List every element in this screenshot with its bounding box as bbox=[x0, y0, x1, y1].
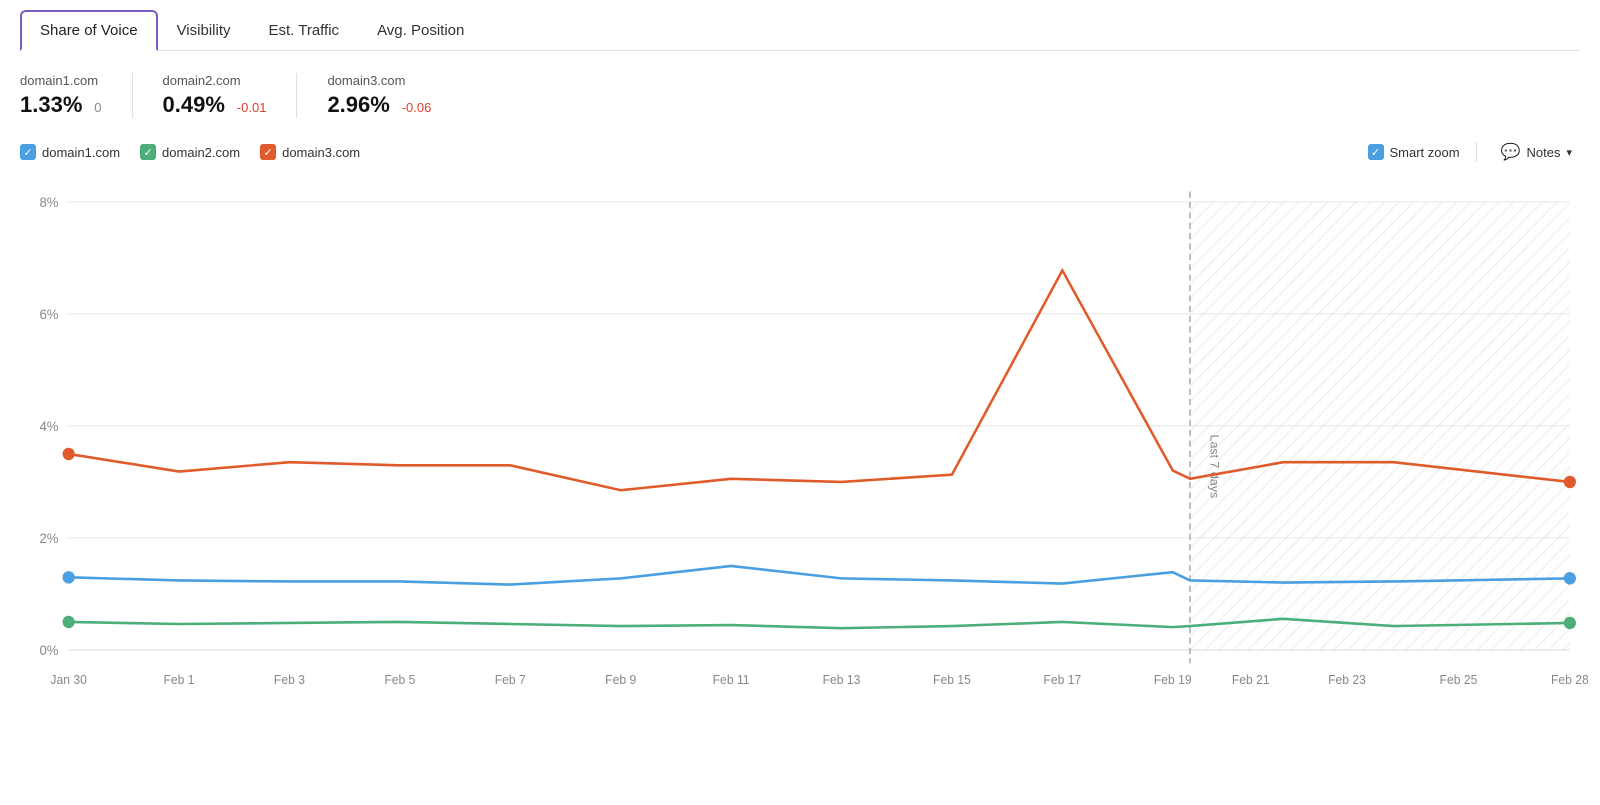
legend-domain2[interactable]: ✓ domain2.com bbox=[140, 144, 240, 160]
stat-domain1: domain1.com 1.33% 0 bbox=[20, 73, 133, 118]
legend-checkbox-domain3: ✓ bbox=[260, 144, 276, 160]
x-label-feb25: Feb 25 bbox=[1440, 673, 1478, 687]
x-label-feb23: Feb 23 bbox=[1328, 673, 1366, 687]
domain1-start-dot bbox=[63, 571, 75, 583]
domain3-end-dot bbox=[1564, 476, 1576, 488]
x-label-feb15: Feb 15 bbox=[933, 673, 971, 687]
x-label-feb19: Feb 19 bbox=[1154, 673, 1192, 687]
legend-label-domain1: domain1.com bbox=[42, 145, 120, 160]
stat-domain3: domain3.com 2.96% -0.06 bbox=[327, 73, 461, 118]
x-label-feb28: Feb 28 bbox=[1551, 673, 1589, 687]
domain1-end-dot bbox=[1564, 572, 1576, 584]
legend-divider bbox=[1476, 142, 1477, 162]
legend-label-domain2: domain2.com bbox=[162, 145, 240, 160]
legend-domain1[interactable]: ✓ domain1.com bbox=[20, 144, 120, 160]
x-label-jan30: Jan 30 bbox=[50, 673, 87, 687]
x-label-feb21: Feb 21 bbox=[1232, 673, 1270, 687]
legend-label-domain3: domain3.com bbox=[282, 145, 360, 160]
stat-domain2-value: 0.49% bbox=[163, 92, 225, 118]
stat-domain3-change: -0.06 bbox=[402, 100, 432, 115]
x-label-feb1: Feb 1 bbox=[163, 673, 194, 687]
stat-domain1-change: 0 bbox=[94, 100, 101, 115]
x-label-feb7: Feb 7 bbox=[495, 673, 526, 687]
y-label-4: 4% bbox=[39, 419, 58, 434]
smart-zoom-label: Smart zoom bbox=[1390, 145, 1460, 160]
stat-domain1-value: 1.33% bbox=[20, 92, 82, 118]
notes-label: Notes bbox=[1527, 145, 1561, 160]
x-label-feb11: Feb 11 bbox=[713, 673, 750, 687]
tab-share-of-voice[interactable]: Share of Voice bbox=[20, 10, 158, 51]
smart-zoom-control[interactable]: ✓ Smart zoom bbox=[1368, 144, 1460, 160]
y-label-0: 0% bbox=[39, 643, 58, 658]
last-7-days-label: Last 7 days bbox=[1207, 435, 1221, 499]
domain2-end-dot bbox=[1564, 617, 1576, 629]
stats-row: domain1.com 1.33% 0 domain2.com 0.49% -0… bbox=[20, 69, 1580, 122]
legend-right: ✓ Smart zoom 💬 Notes ▾ bbox=[1368, 138, 1581, 166]
line-chart: 8% 6% 4% 2% 0% Last 7 days bbox=[20, 176, 1580, 736]
stat-domain2-label: domain2.com bbox=[163, 73, 267, 88]
smart-zoom-checkbox: ✓ bbox=[1368, 144, 1384, 160]
legend-checkbox-domain1: ✓ bbox=[20, 144, 36, 160]
stat-domain3-value: 2.96% bbox=[327, 92, 389, 118]
legend-domain3[interactable]: ✓ domain3.com bbox=[260, 144, 360, 160]
stat-domain3-label: domain3.com bbox=[327, 73, 431, 88]
notes-icon: 💬 bbox=[1501, 142, 1521, 162]
x-label-feb3: Feb 3 bbox=[274, 673, 305, 687]
y-label-2: 2% bbox=[39, 531, 58, 546]
tab-bar: Share of Voice Visibility Est. Traffic A… bbox=[20, 10, 1580, 51]
tab-visibility[interactable]: Visibility bbox=[158, 11, 250, 50]
main-container: Share of Voice Visibility Est. Traffic A… bbox=[0, 0, 1600, 805]
stat-domain2: domain2.com 0.49% -0.01 bbox=[163, 73, 298, 118]
x-label-feb13: Feb 13 bbox=[823, 673, 861, 687]
legend-checkbox-domain2: ✓ bbox=[140, 144, 156, 160]
x-label-feb17: Feb 17 bbox=[1043, 673, 1081, 687]
stat-domain1-label: domain1.com bbox=[20, 73, 102, 88]
notes-button[interactable]: 💬 Notes ▾ bbox=[1493, 138, 1580, 166]
stat-domain2-change: -0.01 bbox=[237, 100, 267, 115]
tab-avg-position[interactable]: Avg. Position bbox=[358, 11, 483, 50]
tab-est-traffic[interactable]: Est. Traffic bbox=[249, 11, 358, 50]
x-label-feb9: Feb 9 bbox=[605, 673, 636, 687]
domain2-start-dot bbox=[63, 616, 75, 628]
chart-area: 8% 6% 4% 2% 0% Last 7 days bbox=[20, 176, 1580, 736]
y-label-8: 8% bbox=[39, 195, 58, 210]
domain3-start-dot bbox=[63, 448, 75, 460]
legend-row: ✓ domain1.com ✓ domain2.com ✓ domain3.co… bbox=[20, 138, 1580, 166]
x-label-feb5: Feb 5 bbox=[384, 673, 415, 687]
y-label-6: 6% bbox=[39, 307, 58, 322]
notes-chevron-icon: ▾ bbox=[1566, 146, 1572, 159]
